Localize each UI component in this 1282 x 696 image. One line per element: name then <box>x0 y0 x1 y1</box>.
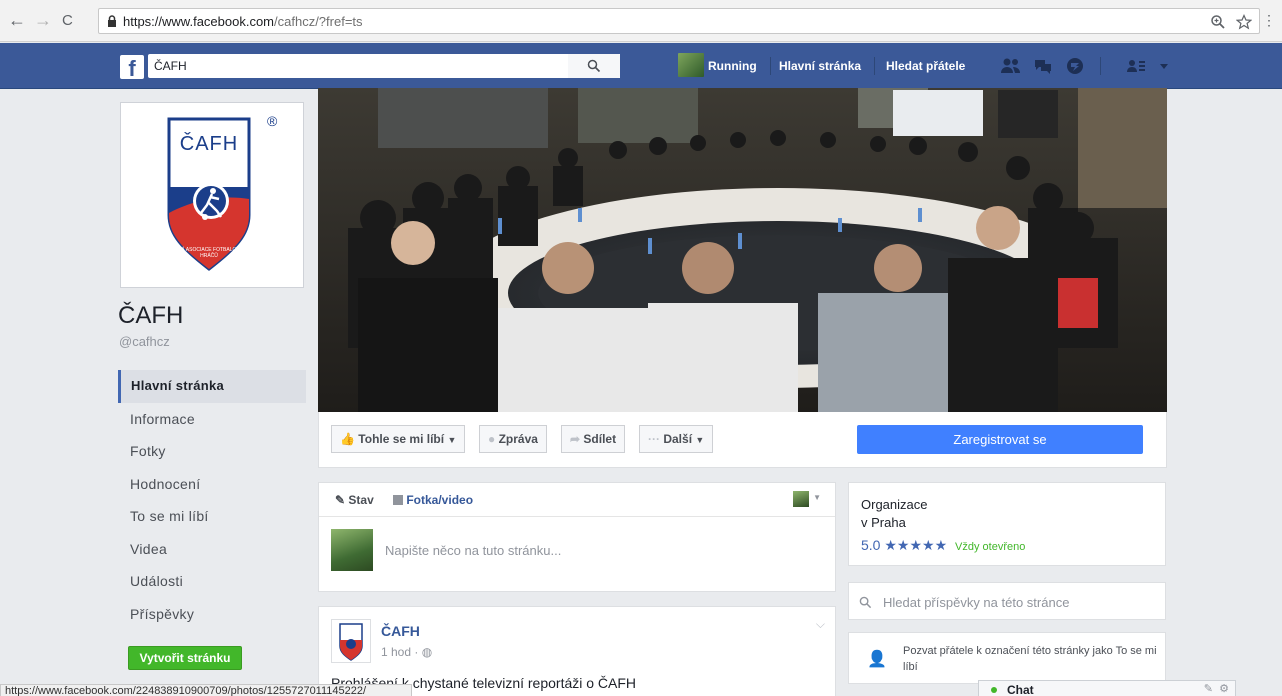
cover-photo[interactable] <box>318 88 1167 412</box>
address-bar[interactable]: https://www.facebook.com/cafhcz/?fref=ts <box>98 8 1260 34</box>
friend-requests-icon[interactable] <box>1000 57 1022 75</box>
search-icon <box>859 596 872 609</box>
profile-picture[interactable]: ČAFH ČESKÁ ASOCIACE FOTBALOVÝCH HRÁČŮ ® <box>120 102 304 288</box>
pencil-icon: ✎ <box>335 493 346 507</box>
page-nav: Hlavní stránka Informace Fotky Hodnocení… <box>118 370 306 630</box>
nav-item-events[interactable]: Události <box>118 565 306 598</box>
nav-item-likes[interactable]: To se mi líbí <box>118 500 306 533</box>
chat-bar[interactable]: Chat ✎ ⚙ <box>978 680 1236 696</box>
page-category[interactable]: Organizace <box>861 497 927 512</box>
page-title: ČAFH <box>118 302 184 329</box>
post-options-chevron-icon[interactable]: ⌵ <box>816 617 825 632</box>
more-icon: ··· <box>648 432 660 446</box>
nav-profile-running[interactable]: Running <box>708 59 757 73</box>
browser-toolbar: ← → C https://www.facebook.com/cafhcz/?f… <box>0 0 1282 42</box>
user-avatar[interactable] <box>678 53 704 77</box>
zoom-icon[interactable] <box>1210 14 1226 30</box>
post-composer: ✎ Stav Fotka/video ▼ Napište něco na tut… <box>318 482 836 592</box>
nav-item-posts[interactable]: Příspěvky <box>118 598 306 631</box>
search-input[interactable] <box>148 54 620 78</box>
feed-post: ČAFH 1 hod · ◍ ⌵ Prohlášení k chystané t… <box>318 606 836 696</box>
camera-icon <box>393 495 403 505</box>
tab-photo-video[interactable]: Fotka/video <box>393 493 473 507</box>
page-action-bar: 👍 Tohle se mi líbí ▼ ● Zpráva ➦ Sdílet ·… <box>318 412 1167 468</box>
nav-item-photos[interactable]: Fotky <box>118 435 306 468</box>
chevron-down-icon: ▼ <box>447 435 457 445</box>
user-avatar <box>331 529 373 571</box>
page-info-card: Organizace v Praha 5.0 ★★★★★ Vždy otevře… <box>848 482 1166 566</box>
chat-label: Chat <box>1007 683 1034 696</box>
message-button[interactable]: ● Zpráva <box>479 425 547 453</box>
globe-icon: ◍ <box>421 645 433 659</box>
nav-item-about[interactable]: Informace <box>118 403 306 436</box>
back-button[interactable]: ← <box>8 10 26 30</box>
facebook-logo[interactable]: f <box>120 55 144 79</box>
message-icon: ● <box>488 432 496 446</box>
nav-item-reviews[interactable]: Hodnocení <box>118 468 306 501</box>
notifications-icon[interactable] <box>1064 57 1086 75</box>
register-button[interactable]: Zaregistrovat se <box>857 425 1143 454</box>
invite-text[interactable]: Pozvat přátele k označení této stránky j… <box>903 643 1159 675</box>
more-button[interactable]: ··· Další ▼ <box>639 425 714 453</box>
facebook-topbar: f Running Hlavní stránka Hledat přátele <box>0 43 1282 89</box>
tab-status[interactable]: ✎ Stav <box>335 493 374 507</box>
cafh-logo: ČAFH ČESKÁ ASOCIACE FOTBALOVÝCH HRÁČŮ <box>165 117 253 273</box>
nav-home[interactable]: Hlavní stránka <box>779 59 861 73</box>
page-search-box[interactable]: Hledat příspěvky na této stránce <box>848 582 1166 620</box>
post-input[interactable]: Napište něco na tuto stránku... <box>385 543 561 558</box>
search-icon <box>587 59 601 73</box>
messages-icon[interactable] <box>1032 57 1054 75</box>
browser-status-url: https://www.facebook.com/224838910900709… <box>0 684 412 696</box>
page-handle[interactable]: @cafhcz <box>119 334 170 349</box>
rating-stars-icon[interactable]: ★★★★★ <box>884 537 947 553</box>
star-icon[interactable] <box>1236 14 1252 30</box>
post-as-avatar-icon[interactable] <box>793 491 809 507</box>
opening-hours: Vždy otevřeno <box>955 541 1026 553</box>
search-button[interactable] <box>568 54 620 78</box>
browser-menu-button[interactable]: ⋮ <box>1262 12 1276 29</box>
nav-item-home[interactable]: Hlavní stránka <box>118 370 306 403</box>
online-status-icon <box>991 687 997 693</box>
forward-button[interactable]: → <box>34 10 52 30</box>
compose-message-icon[interactable]: ✎ <box>1204 682 1213 695</box>
page-search-input[interactable]: Hledat příspěvky na této stránce <box>883 595 1069 610</box>
quick-help-icon[interactable] <box>1126 57 1156 75</box>
create-page-button[interactable]: Vytvořit stránku <box>128 646 242 670</box>
like-button[interactable]: 👍 Tohle se mi líbí ▼ <box>331 425 466 453</box>
invite-friends-card[interactable]: 👤 Pozvat přátele k označení této stránky… <box>848 632 1166 684</box>
rating-value: 5.0 <box>861 537 881 553</box>
share-button[interactable]: ➦ Sdílet <box>561 425 626 453</box>
page-location[interactable]: v Praha <box>861 515 906 530</box>
lock-icon <box>108 15 116 27</box>
chat-settings-icon[interactable]: ⚙ <box>1219 682 1229 695</box>
url-text: https://www.facebook.com/cafhcz/?fref=ts <box>123 14 363 29</box>
post-timestamp[interactable]: 1 hod · ◍ <box>381 645 432 659</box>
reload-button[interactable]: C <box>62 11 73 31</box>
cover-photo-image <box>318 88 1167 412</box>
nav-find-friends[interactable]: Hledat přátele <box>886 59 965 73</box>
post-author-avatar[interactable] <box>331 619 371 663</box>
thumbs-up-icon: 👍 <box>340 432 355 446</box>
chevron-down-icon: ▼ <box>695 435 705 445</box>
post-author-name[interactable]: ČAFH <box>381 623 420 639</box>
nav-item-videos[interactable]: Videa <box>118 533 306 566</box>
chevron-down-icon[interactable]: ▼ <box>813 493 821 502</box>
add-friend-icon: 👤 <box>867 651 887 668</box>
account-menu-chevron-icon[interactable] <box>1158 57 1170 75</box>
share-icon: ➦ <box>570 432 581 446</box>
